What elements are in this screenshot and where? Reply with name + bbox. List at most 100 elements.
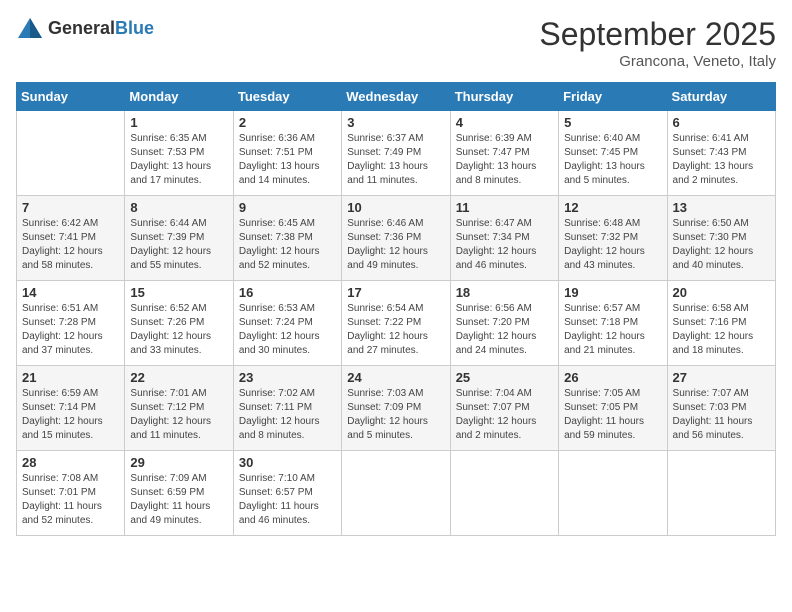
day-info: Sunrise: 6:37 AM Sunset: 7:49 PM Dayligh… bbox=[347, 132, 444, 188]
calendar-cell: 12 Sunrise: 6:48 AM Sunset: 7:32 PM Dayli… bbox=[559, 196, 667, 281]
calendar-cell bbox=[559, 451, 667, 536]
weekday-header-tuesday: Tuesday bbox=[233, 83, 341, 111]
day-number: 6 bbox=[673, 115, 770, 130]
logo-icon bbox=[16, 16, 44, 40]
calendar-cell: 20 Sunrise: 6:58 AM Sunset: 7:16 PM Dayli… bbox=[667, 281, 775, 366]
day-info: Sunrise: 6:45 AM Sunset: 7:38 PM Dayligh… bbox=[239, 217, 336, 273]
calendar-table: SundayMondayTuesdayWednesdayThursdayFrid… bbox=[16, 82, 776, 536]
logo-text: GeneralBlue bbox=[48, 18, 154, 39]
day-info: Sunrise: 6:57 AM Sunset: 7:18 PM Dayligh… bbox=[564, 302, 661, 358]
weekday-header-friday: Friday bbox=[559, 83, 667, 111]
day-number: 30 bbox=[239, 455, 336, 470]
calendar-cell: 24 Sunrise: 7:03 AM Sunset: 7:09 PM Dayli… bbox=[342, 366, 450, 451]
weekday-header-monday: Monday bbox=[125, 83, 233, 111]
day-info: Sunrise: 7:08 AM Sunset: 7:01 PM Dayligh… bbox=[22, 472, 119, 528]
day-number: 23 bbox=[239, 370, 336, 385]
day-info: Sunrise: 6:58 AM Sunset: 7:16 PM Dayligh… bbox=[673, 302, 770, 358]
day-number: 7 bbox=[22, 200, 119, 215]
calendar-cell: 23 Sunrise: 7:02 AM Sunset: 7:11 PM Dayli… bbox=[233, 366, 341, 451]
title-block: September 2025 Grancona, Veneto, Italy bbox=[539, 16, 776, 70]
calendar-cell: 15 Sunrise: 6:52 AM Sunset: 7:26 PM Dayli… bbox=[125, 281, 233, 366]
day-number: 12 bbox=[564, 200, 661, 215]
calendar-cell: 7Sunrise: 6:42 AM Sunset: 7:41 PM Daylig… bbox=[17, 196, 125, 281]
calendar-cell: 11 Sunrise: 6:47 AM Sunset: 7:34 PM Dayli… bbox=[450, 196, 558, 281]
day-info: Sunrise: 7:01 AM Sunset: 7:12 PM Dayligh… bbox=[130, 387, 227, 443]
calendar-cell: 28 Sunrise: 7:08 AM Sunset: 7:01 PM Dayli… bbox=[17, 451, 125, 536]
day-info: Sunrise: 6:48 AM Sunset: 7:32 PM Dayligh… bbox=[564, 217, 661, 273]
calendar-week-row: 14 Sunrise: 6:51 AM Sunset: 7:28 PM Dayli… bbox=[17, 281, 776, 366]
calendar-cell: 5 Sunrise: 6:40 AM Sunset: 7:45 PM Daylig… bbox=[559, 111, 667, 196]
day-number: 5 bbox=[564, 115, 661, 130]
day-number: 28 bbox=[22, 455, 119, 470]
day-info: Sunrise: 6:56 AM Sunset: 7:20 PM Dayligh… bbox=[456, 302, 553, 358]
day-info: Sunrise: 6:53 AM Sunset: 7:24 PM Dayligh… bbox=[239, 302, 336, 358]
logo-blue: Blue bbox=[115, 18, 154, 38]
day-info: Sunrise: 7:03 AM Sunset: 7:09 PM Dayligh… bbox=[347, 387, 444, 443]
day-number: 16 bbox=[239, 285, 336, 300]
day-number: 1 bbox=[130, 115, 227, 130]
weekday-header-saturday: Saturday bbox=[667, 83, 775, 111]
calendar-cell: 13 Sunrise: 6:50 AM Sunset: 7:30 PM Dayli… bbox=[667, 196, 775, 281]
day-number: 18 bbox=[456, 285, 553, 300]
day-number: 2 bbox=[239, 115, 336, 130]
day-number: 9 bbox=[239, 200, 336, 215]
day-info: Sunrise: 6:47 AM Sunset: 7:34 PM Dayligh… bbox=[456, 217, 553, 273]
day-number: 25 bbox=[456, 370, 553, 385]
day-number: 11 bbox=[456, 200, 553, 215]
day-info: Sunrise: 6:36 AM Sunset: 7:51 PM Dayligh… bbox=[239, 132, 336, 188]
day-info: Sunrise: 6:41 AM Sunset: 7:43 PM Dayligh… bbox=[673, 132, 770, 188]
calendar-cell: 1Sunrise: 6:35 AM Sunset: 7:53 PM Daylig… bbox=[125, 111, 233, 196]
calendar-cell: 19 Sunrise: 6:57 AM Sunset: 7:18 PM Dayli… bbox=[559, 281, 667, 366]
day-info: Sunrise: 6:59 AM Sunset: 7:14 PM Dayligh… bbox=[22, 387, 119, 443]
day-info: Sunrise: 7:04 AM Sunset: 7:07 PM Dayligh… bbox=[456, 387, 553, 443]
day-number: 13 bbox=[673, 200, 770, 215]
calendar-header-row: SundayMondayTuesdayWednesdayThursdayFrid… bbox=[17, 83, 776, 111]
calendar-cell bbox=[342, 451, 450, 536]
calendar-week-row: 21 Sunrise: 6:59 AM Sunset: 7:14 PM Dayli… bbox=[17, 366, 776, 451]
month-title: September 2025 bbox=[539, 16, 776, 53]
day-number: 15 bbox=[130, 285, 227, 300]
calendar-cell: 10Sunrise: 6:46 AM Sunset: 7:36 PM Dayli… bbox=[342, 196, 450, 281]
calendar-cell: 2 Sunrise: 6:36 AM Sunset: 7:51 PM Daylig… bbox=[233, 111, 341, 196]
day-number: 24 bbox=[347, 370, 444, 385]
day-number: 3 bbox=[347, 115, 444, 130]
calendar-cell: 4 Sunrise: 6:39 AM Sunset: 7:47 PM Daylig… bbox=[450, 111, 558, 196]
weekday-header-wednesday: Wednesday bbox=[342, 83, 450, 111]
location-title: Grancona, Veneto, Italy bbox=[539, 53, 776, 70]
calendar-cell: 27Sunrise: 7:07 AM Sunset: 7:03 PM Dayli… bbox=[667, 366, 775, 451]
calendar-cell: 3 Sunrise: 6:37 AM Sunset: 7:49 PM Daylig… bbox=[342, 111, 450, 196]
day-number: 17 bbox=[347, 285, 444, 300]
day-number: 26 bbox=[564, 370, 661, 385]
day-number: 19 bbox=[564, 285, 661, 300]
day-number: 22 bbox=[130, 370, 227, 385]
day-number: 20 bbox=[673, 285, 770, 300]
day-number: 4 bbox=[456, 115, 553, 130]
calendar-cell: 6 Sunrise: 6:41 AM Sunset: 7:43 PM Daylig… bbox=[667, 111, 775, 196]
day-info: Sunrise: 6:52 AM Sunset: 7:26 PM Dayligh… bbox=[130, 302, 227, 358]
day-info: Sunrise: 7:02 AM Sunset: 7:11 PM Dayligh… bbox=[239, 387, 336, 443]
day-info: Sunrise: 6:51 AM Sunset: 7:28 PM Dayligh… bbox=[22, 302, 119, 358]
calendar-cell: 30Sunrise: 7:10 AM Sunset: 6:57 PM Dayli… bbox=[233, 451, 341, 536]
page-header: GeneralBlue September 2025 Grancona, Ven… bbox=[16, 16, 776, 70]
calendar-cell: 18 Sunrise: 6:56 AM Sunset: 7:20 PM Dayli… bbox=[450, 281, 558, 366]
day-info: Sunrise: 6:54 AM Sunset: 7:22 PM Dayligh… bbox=[347, 302, 444, 358]
calendar-cell: 14 Sunrise: 6:51 AM Sunset: 7:28 PM Dayli… bbox=[17, 281, 125, 366]
calendar-week-row: 7Sunrise: 6:42 AM Sunset: 7:41 PM Daylig… bbox=[17, 196, 776, 281]
calendar-cell bbox=[667, 451, 775, 536]
logo: GeneralBlue bbox=[16, 16, 154, 40]
calendar-cell: 22 Sunrise: 7:01 AM Sunset: 7:12 PM Dayli… bbox=[125, 366, 233, 451]
calendar-week-row: 1Sunrise: 6:35 AM Sunset: 7:53 PM Daylig… bbox=[17, 111, 776, 196]
calendar-cell: 25 Sunrise: 7:04 AM Sunset: 7:07 PM Dayli… bbox=[450, 366, 558, 451]
calendar-cell bbox=[450, 451, 558, 536]
weekday-header-thursday: Thursday bbox=[450, 83, 558, 111]
day-number: 29 bbox=[130, 455, 227, 470]
day-info: Sunrise: 6:50 AM Sunset: 7:30 PM Dayligh… bbox=[673, 217, 770, 273]
day-info: Sunrise: 6:39 AM Sunset: 7:47 PM Dayligh… bbox=[456, 132, 553, 188]
calendar-cell: 17 Sunrise: 6:54 AM Sunset: 7:22 PM Dayli… bbox=[342, 281, 450, 366]
day-info: Sunrise: 6:40 AM Sunset: 7:45 PM Dayligh… bbox=[564, 132, 661, 188]
calendar-cell: 16 Sunrise: 6:53 AM Sunset: 7:24 PM Dayli… bbox=[233, 281, 341, 366]
day-number: 21 bbox=[22, 370, 119, 385]
calendar-cell: 26Sunrise: 7:05 AM Sunset: 7:05 PM Dayli… bbox=[559, 366, 667, 451]
day-number: 14 bbox=[22, 285, 119, 300]
calendar-cell: 21 Sunrise: 6:59 AM Sunset: 7:14 PM Dayli… bbox=[17, 366, 125, 451]
